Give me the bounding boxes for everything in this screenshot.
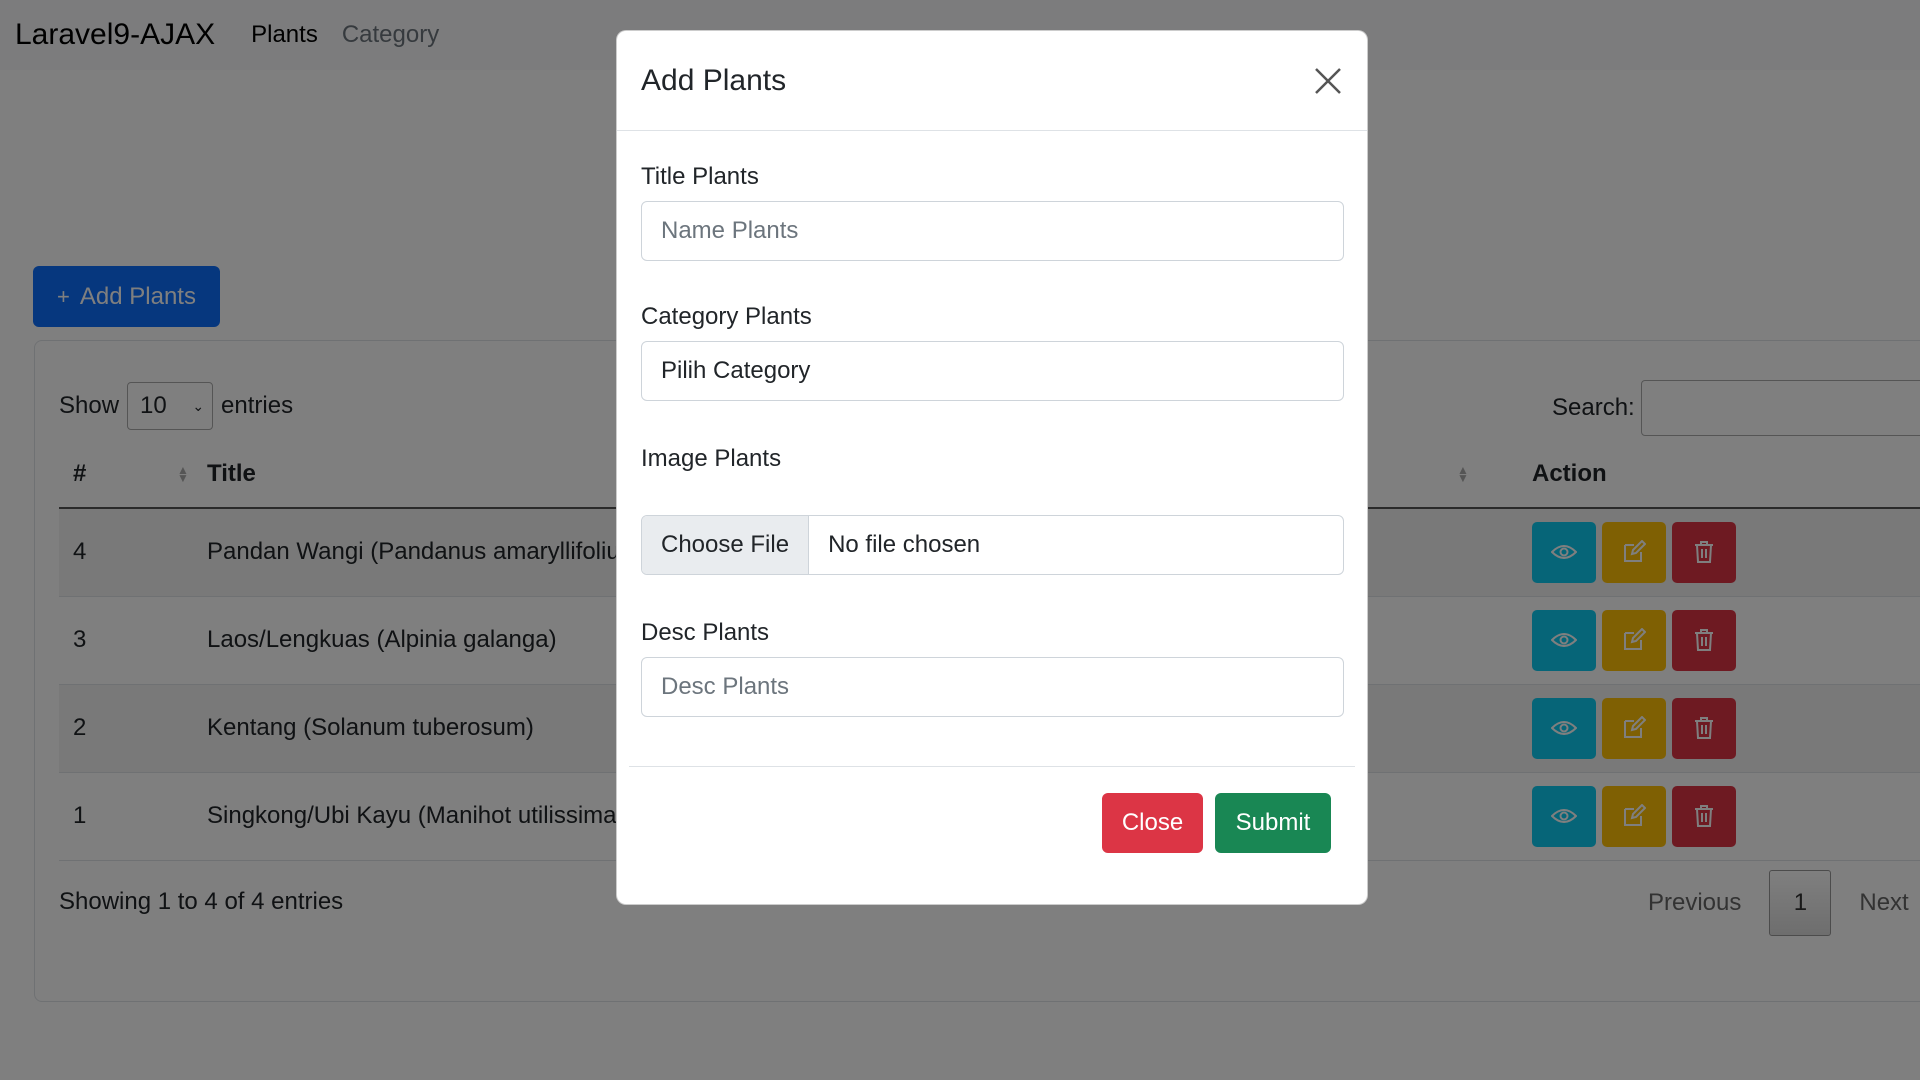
image-plants-file-input[interactable]: Choose File No file chosen xyxy=(641,515,1344,575)
desc-plants-label: Desc Plants xyxy=(641,619,770,646)
category-plants-label: Category Plants xyxy=(641,303,812,330)
close-icon[interactable] xyxy=(1313,66,1343,96)
modal-footer: Close Submit xyxy=(629,766,1355,886)
submit-button[interactable]: Submit xyxy=(1215,793,1331,853)
file-status: No file chosen xyxy=(828,531,981,558)
add-plants-modal: Add Plants Title Plants Name Plants Cate… xyxy=(616,30,1368,905)
image-plants-label: Image Plants xyxy=(641,445,782,472)
category-plants-select[interactable]: Pilih Category xyxy=(641,341,1344,401)
close-button[interactable]: Close xyxy=(1102,793,1203,853)
title-plants-label: Title Plants xyxy=(641,163,759,190)
modal-title: Add Plants xyxy=(641,63,787,97)
title-plants-input[interactable]: Name Plants xyxy=(641,201,1344,261)
category-plants-selected: Pilih Category xyxy=(661,357,811,384)
modal-header: Add Plants xyxy=(617,31,1367,131)
modal-body: Title Plants Name Plants Category Plants… xyxy=(617,163,1367,717)
desc-plants-placeholder: Desc Plants xyxy=(661,673,790,700)
title-plants-placeholder: Name Plants xyxy=(661,217,799,244)
choose-file-button[interactable]: Choose File xyxy=(642,516,810,574)
desc-plants-input[interactable]: Desc Plants xyxy=(641,657,1344,717)
